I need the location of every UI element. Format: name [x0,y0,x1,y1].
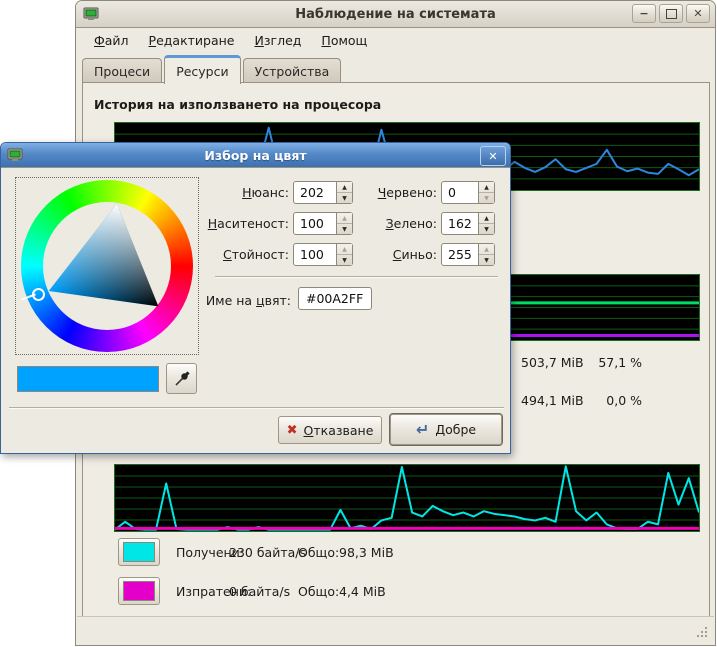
green-label: Зелено: [367,212,437,236]
red-spinner[interactable]: 0 ▲▼ [441,181,495,204]
menu-file[interactable]: Файл [89,30,134,51]
statusbar [77,616,714,644]
sent-color-swatch [123,581,155,601]
fields-separator [215,276,498,278]
value-label: Стойност: [201,243,289,267]
sent-total: 4,4 MiB [339,584,386,599]
minimize-icon: − [639,7,648,20]
main-titlebar[interactable]: Наблюдение на системата − ✕ [76,1,715,28]
close-button[interactable]: ✕ [686,4,710,23]
green-down-arrow[interactable]: ▼ [479,224,494,234]
hue-spinner[interactable]: 202 ▲▼ [293,181,353,204]
saturation-label: Наситеност: [201,212,289,236]
window-title: Наблюдение на системата [76,7,715,22]
memory-value: 503,7 MiB [521,355,584,370]
menu-view[interactable]: Изглед [250,30,307,51]
screenshot-stage: { "main_window": { "title": "Наблюдение … [0,0,717,647]
menubar: Файл Редактиране Изглед Помощ [77,27,372,53]
eyedropper-icon [173,370,191,388]
tab-resources[interactable]: Ресурси [164,55,240,84]
minimize-button[interactable]: − [632,4,656,23]
memory-percent: 57,1 % [576,355,642,370]
color-name-input[interactable]: #00A2FF [298,287,372,310]
swap-value: 494,1 MiB [521,393,584,408]
resize-grip[interactable] [697,627,707,637]
received-total-label: Общо: [298,545,339,560]
buttons-separator [9,407,504,409]
app-icon [83,6,99,22]
sent-total-label: Общо: [298,584,339,599]
red-label: Червено: [367,181,437,205]
swap-percent: 0,0 % [576,393,642,408]
network-history-chart [114,464,700,532]
dialog-titlebar[interactable]: Избор на цвят ✕ [1,143,510,168]
ok-enter-icon: ↵ [416,420,429,439]
sv-triangle[interactable] [16,178,200,356]
received-color-button[interactable] [118,538,160,566]
color-name-label: Име нацвят: [201,289,291,313]
value-up-arrow[interactable]: ▲ [337,244,352,255]
saturation-down-arrow[interactable]: ▼ [337,224,352,234]
blue-down-arrow[interactable]: ▼ [479,255,494,265]
red-up-arrow[interactable]: ▲ [479,182,494,193]
received-total: 98,3 MiB [339,545,394,560]
hue-up-arrow[interactable]: ▲ [337,182,352,193]
close-icon: ✕ [488,150,497,163]
green-spinner[interactable]: 162 ▲▼ [441,212,495,235]
received-rate: 230 байта/s [229,545,306,560]
saturation-spinner[interactable]: 100 ▲▼ [293,212,353,235]
menu-edit[interactable]: Редактиране [144,30,240,51]
color-wheel[interactable] [15,177,199,355]
color-picker-dialog: Избор на цвят ✕ Нюанс: 202 ▲▼ Наситеност… [0,142,511,454]
blue-up-arrow[interactable]: ▲ [479,244,494,255]
ok-button[interactable]: ↵ Добре [390,414,502,445]
menu-help[interactable]: Помощ [316,30,372,51]
cpu-section-title: История на използването на процесора [94,97,381,112]
tabstrip: Процеси Ресурси Устройства [82,55,341,83]
hue-label: Нюанс: [201,181,289,205]
dialog-close-button[interactable]: ✕ [480,146,506,166]
cancel-x-icon: ✖ [287,423,298,438]
sent-color-button[interactable] [118,577,160,605]
close-icon: ✕ [693,7,702,20]
maximize-button[interactable] [659,4,683,23]
eyedropper-button[interactable] [166,363,197,394]
cancel-button[interactable]: ✖ Отказване [278,416,382,444]
red-down-arrow[interactable]: ▼ [479,193,494,203]
tab-processes[interactable]: Процеси [82,58,162,83]
hue-marker[interactable] [32,288,45,301]
hue-down-arrow[interactable]: ▼ [337,193,352,203]
color-preview-swatch [17,366,159,392]
green-up-arrow[interactable]: ▲ [479,213,494,224]
blue-spinner[interactable]: 255 ▲▼ [441,243,495,266]
blue-label: Синьо: [367,243,437,267]
dialog-title: Избор на цвят [1,148,510,163]
sent-rate: 0 байта/s [229,584,290,599]
value-spinner[interactable]: 100 ▲▼ [293,243,353,266]
saturation-up-arrow[interactable]: ▲ [337,213,352,224]
value-down-arrow[interactable]: ▼ [337,255,352,265]
tab-devices[interactable]: Устройства [243,58,342,83]
maximize-icon [666,9,677,19]
received-color-swatch [123,542,155,562]
